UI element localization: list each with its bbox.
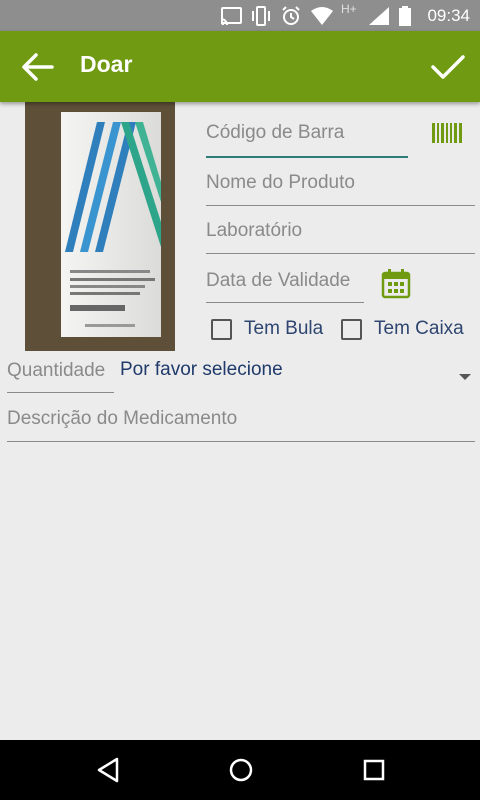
barcode-icon[interactable] — [432, 123, 462, 143]
product-name-field[interactable]: Nome do Produto — [206, 172, 475, 206]
cast-icon — [220, 7, 242, 26]
description-label: Descrição do Medicamento — [7, 408, 238, 429]
has-leaflet-checkbox[interactable] — [211, 318, 232, 340]
barcode-label: Código de Barra — [206, 122, 345, 143]
quantity-underline — [7, 392, 114, 393]
check-icon[interactable] — [428, 49, 468, 85]
app-bar: Doar — [0, 31, 480, 102]
calendar-icon[interactable] — [381, 269, 411, 299]
navigation-bar — [0, 740, 480, 800]
expiry-date-label: Data de Validade — [206, 270, 351, 291]
clock: 09:34 — [427, 6, 470, 25]
has-leaflet-checkbox-row[interactable]: Tem Bula — [211, 318, 323, 340]
wifi-icon — [311, 7, 333, 25]
has-leaflet-label: Tem Bula — [244, 318, 324, 339]
expiry-date-field[interactable]: Data de Validade — [206, 270, 364, 303]
home-circle-icon[interactable] — [228, 756, 254, 784]
recents-square-icon[interactable] — [361, 756, 387, 784]
arrow-left-icon[interactable] — [18, 49, 58, 85]
product-name-label: Nome do Produto — [206, 172, 355, 193]
back-triangle-icon[interactable] — [95, 756, 121, 784]
has-box-checkbox[interactable] — [341, 318, 362, 340]
quantity-select[interactable]: Por favor selecione — [120, 359, 283, 381]
page-title: Doar — [80, 51, 133, 77]
laboratory-field[interactable]: Laboratório — [206, 220, 475, 254]
has-box-checkbox-row[interactable]: Tem Caixa — [341, 318, 464, 340]
vibrate-icon — [252, 6, 270, 26]
medicine-photo[interactable] — [25, 102, 175, 351]
quantity-label: Quantidade — [7, 360, 106, 381]
laboratory-label: Laboratório — [206, 220, 303, 241]
status-bar: H+ 09:34 — [0, 0, 480, 31]
barcode-field[interactable]: Código de Barra — [206, 122, 408, 158]
signal-icon — [369, 7, 389, 25]
network-type-label: H+ — [341, 2, 357, 16]
medicine-box-image — [25, 102, 175, 351]
alarm-icon — [282, 6, 300, 25]
dropdown-arrow-icon[interactable] — [459, 374, 471, 380]
description-field[interactable]: Descrição do Medicamento — [7, 408, 475, 442]
has-box-label: Tem Caixa — [374, 318, 464, 339]
battery-icon — [399, 6, 411, 26]
